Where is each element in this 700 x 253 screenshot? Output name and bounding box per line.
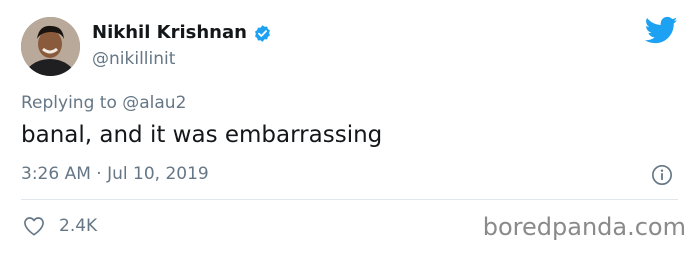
twitter-bird-icon[interactable]	[645, 16, 678, 45]
verified-badge-icon	[254, 24, 270, 42]
author-name-row: Nikhil Krishnan	[92, 22, 272, 44]
author-handle[interactable]: @nikillinit	[92, 48, 175, 70]
author-display-name[interactable]: Nikhil Krishnan	[92, 22, 247, 44]
divider	[21, 199, 678, 200]
watermark: boredpanda.com	[482, 213, 686, 241]
like-count: 2.4K	[59, 216, 98, 236]
avatar-image	[21, 17, 80, 76]
like-row[interactable]: 2.4K	[23, 215, 97, 237]
info-icon[interactable]	[651, 164, 673, 186]
reply-mention-link[interactable]: @alau2	[122, 93, 186, 113]
replying-to-line: Replying to @alau2	[21, 92, 186, 114]
heart-icon[interactable]	[23, 216, 45, 236]
tweet-text: banal, and it was embarrassing	[21, 122, 383, 148]
replying-prefix: Replying to	[21, 93, 117, 113]
avatar[interactable]	[21, 17, 80, 76]
tweet-timestamp[interactable]: 3:26 AM · Jul 10, 2019	[21, 163, 209, 185]
